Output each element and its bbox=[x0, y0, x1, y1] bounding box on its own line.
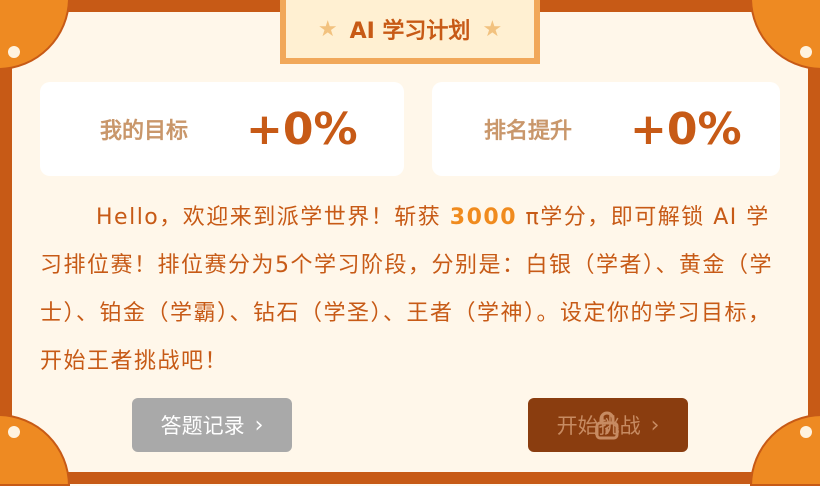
goal-card: 我的目标 +0% bbox=[40, 82, 404, 176]
rivet-dot bbox=[800, 46, 812, 58]
answer-records-label: 答题记录 bbox=[161, 410, 245, 440]
panel-title: AI 学习计划 bbox=[350, 13, 471, 45]
goal-value: +0% bbox=[246, 104, 358, 155]
description-text: Hello，欢迎来到派学世界！斩获 3000 π学分，即可解锁 AI 学习排位赛… bbox=[40, 194, 780, 386]
rivet-dot bbox=[8, 426, 20, 438]
rank-label: 排名提升 bbox=[484, 113, 634, 145]
rivet-dot bbox=[8, 46, 20, 58]
rivet-dot bbox=[800, 426, 812, 438]
points-highlight: 3000 bbox=[450, 205, 517, 230]
rank-card: 排名提升 +0% bbox=[432, 82, 780, 176]
chevron-right-icon: › bbox=[651, 413, 660, 438]
chevron-right-icon: › bbox=[255, 413, 264, 438]
star-icon: ★ bbox=[318, 17, 338, 42]
answer-records-button[interactable]: 答题记录 › bbox=[132, 398, 292, 452]
star-icon: ★ bbox=[482, 17, 502, 42]
description-part1: Hello，欢迎来到派学世界！斩获 bbox=[96, 205, 450, 230]
lock-icon bbox=[594, 410, 620, 440]
rank-value: +0% bbox=[630, 104, 742, 155]
description-part2: π学分，即可解锁 AI 学习排位赛！排位赛分为5个学习阶段，分别是：白银（学者）… bbox=[40, 205, 773, 374]
title-banner: ★ AI 学习计划 ★ bbox=[280, 0, 540, 64]
goal-label: 我的目标 bbox=[100, 113, 250, 145]
start-challenge-button[interactable]: 开始挑战 › bbox=[528, 398, 688, 452]
